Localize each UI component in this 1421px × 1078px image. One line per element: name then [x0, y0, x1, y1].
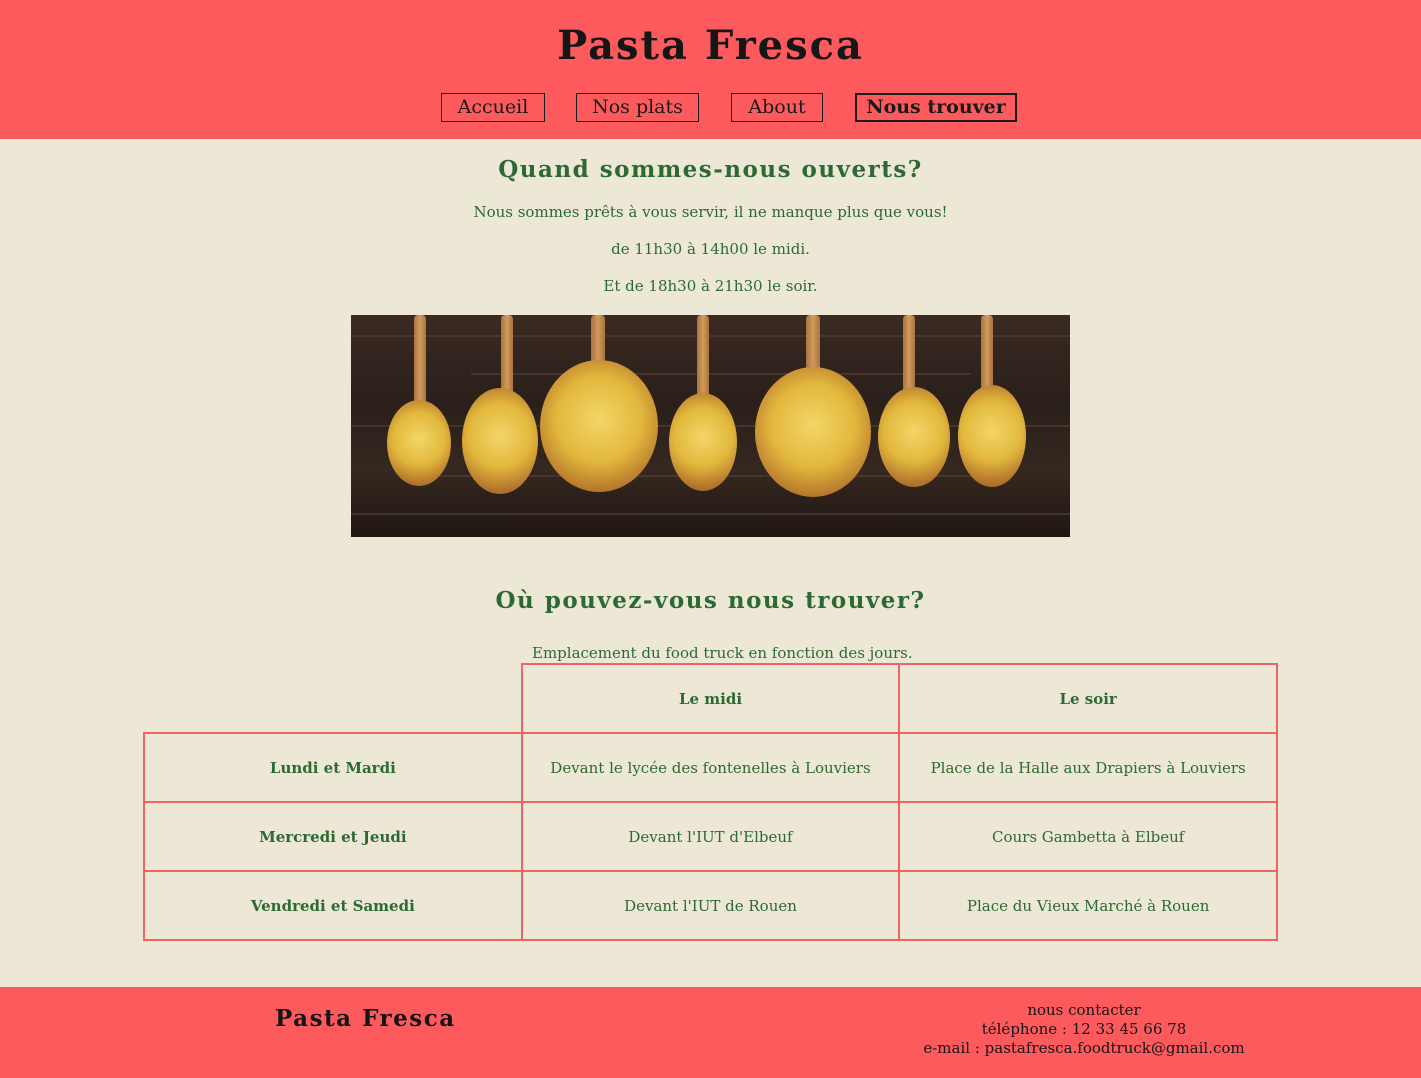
table-row: Vendredi et Samedi Devant l'IUT de Rouen… [143, 870, 1278, 941]
site-footer: Pasta Fresca nous contacter téléphone : … [0, 987, 1421, 1078]
row-day: Lundi et Mardi [143, 732, 523, 803]
hours-heading: Quand sommes-nous ouverts? [498, 156, 923, 183]
table-corner-cell [144, 664, 523, 734]
table-caption: Emplacement du food truck en fonction de… [532, 644, 913, 662]
nav-about[interactable]: About [731, 93, 823, 122]
site-header: Pasta Fresca Accueil Nos plats About Nou… [0, 0, 1421, 139]
site-title: Pasta Fresca [557, 22, 864, 69]
row-day: Vendredi et Samedi [143, 870, 523, 941]
table-header-row: Le midi Le soir [144, 663, 1278, 734]
hours-soir: Et de 18h30 à 21h30 le soir. [603, 277, 818, 295]
hours-intro: Nous sommes prêts à vous servir, il ne m… [473, 203, 948, 221]
contact-phone: téléphone : 12 33 45 66 78 [981, 1020, 1187, 1038]
contact-heading: nous contacter [1027, 1001, 1141, 1019]
location-heading: Où pouvez-vous nous trouver? [495, 587, 926, 614]
contact-email[interactable]: e-mail : pastafresca.foodtruck@gmail.com [884, 1039, 1284, 1058]
row-soir-location: Place du Vieux Marché à Rouen [898, 870, 1278, 941]
footer-title: Pasta Fresca [275, 1005, 456, 1032]
main-nav: Accueil Nos plats About Nous trouver [0, 93, 1421, 123]
location-table: Le midi Le soir Lundi et Mardi Devant le… [143, 663, 1278, 941]
pasta-spoons-image [351, 315, 1070, 537]
table-row: Mercredi et Jeudi Devant l'IUT d'Elbeuf … [143, 801, 1278, 872]
row-midi-location: Devant le lycée des fontenelles à Louvie… [520, 732, 901, 803]
nav-accueil[interactable]: Accueil [441, 93, 545, 122]
row-midi-location: Devant l'IUT d'Elbeuf [520, 801, 901, 872]
column-header-midi: Le midi [520, 663, 901, 734]
hours-midi: de 11h30 à 14h00 le midi. [611, 240, 810, 258]
column-header-soir: Le soir [898, 663, 1278, 734]
row-soir-location: Place de la Halle aux Drapiers à Louvier… [898, 732, 1278, 803]
table-row: Lundi et Mardi Devant le lycée des fonte… [143, 732, 1278, 803]
contact-block: nous contacter téléphone : 12 33 45 66 7… [884, 1001, 1284, 1058]
row-soir-location: Cours Gambetta à Elbeuf [898, 801, 1278, 872]
row-day: Mercredi et Jeudi [143, 801, 523, 872]
nav-nos-plats[interactable]: Nos plats [576, 93, 699, 122]
nav-nous-trouver[interactable]: Nous trouver [855, 93, 1017, 122]
row-midi-location: Devant l'IUT de Rouen [520, 870, 901, 941]
